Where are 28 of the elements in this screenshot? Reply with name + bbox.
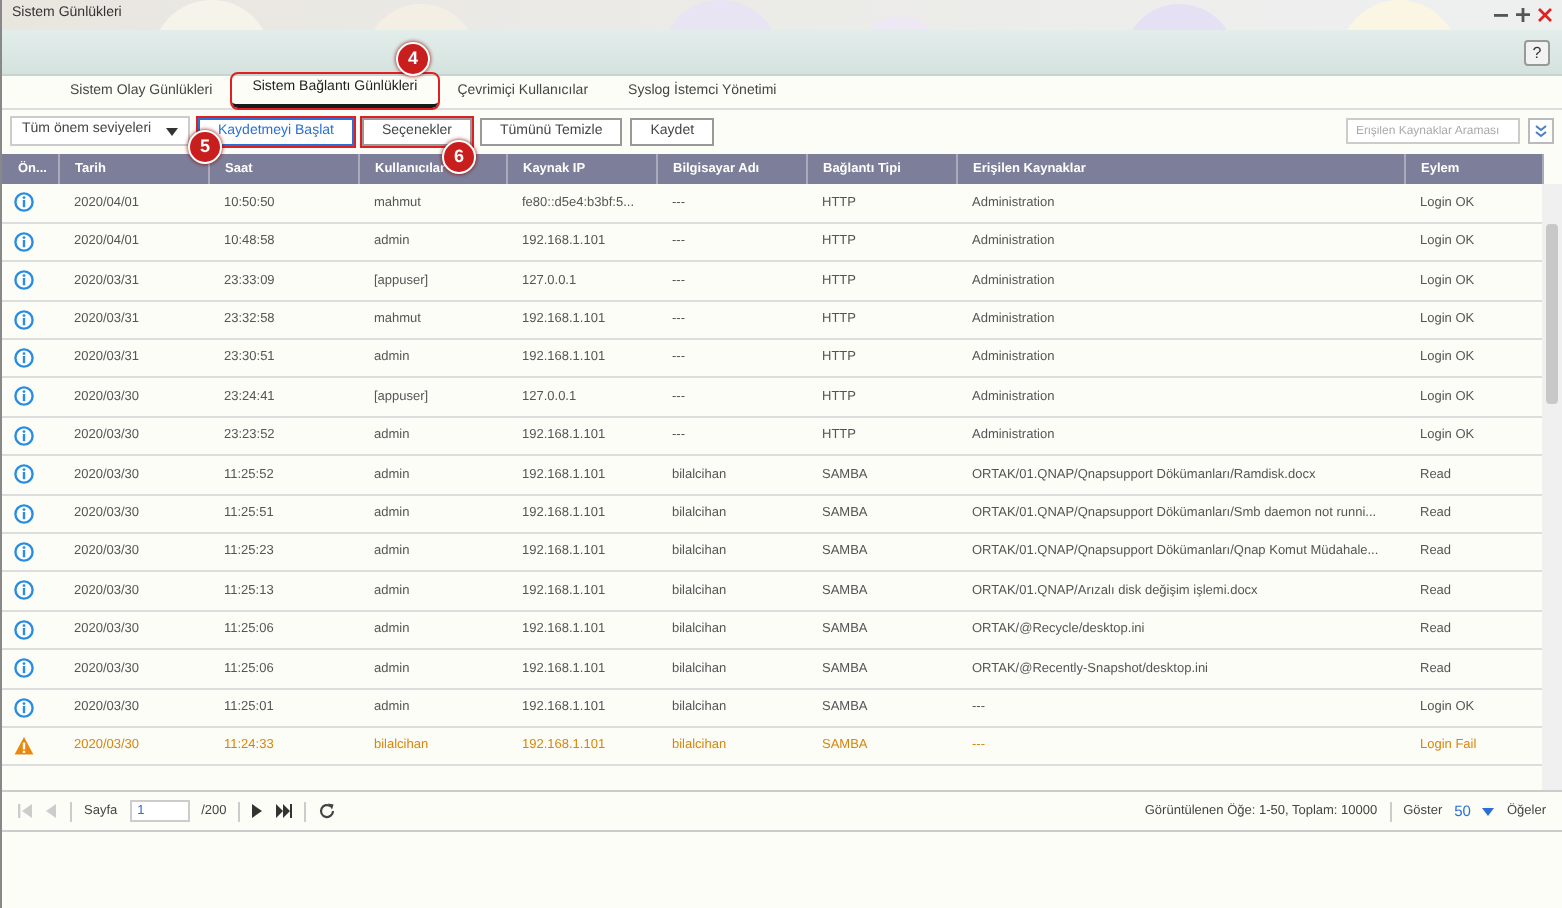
info-icon bbox=[14, 580, 34, 601]
next-page-icon[interactable] bbox=[252, 804, 265, 818]
info-icon bbox=[14, 697, 34, 718]
info-icon bbox=[14, 192, 34, 213]
caret-icon bbox=[166, 127, 178, 135]
info-icon bbox=[14, 464, 34, 485]
info-icon bbox=[14, 348, 34, 369]
info-icon bbox=[14, 231, 34, 252]
double-chevron-icon bbox=[1534, 124, 1548, 138]
scrollbar-thumb[interactable] bbox=[1546, 224, 1558, 404]
maximize-icon[interactable] bbox=[1516, 8, 1530, 22]
last-page-icon[interactable] bbox=[276, 804, 293, 818]
info-icon bbox=[14, 386, 34, 407]
caret-icon[interactable] bbox=[1482, 807, 1495, 815]
help-button[interactable]: ? bbox=[1524, 39, 1550, 65]
refresh-icon[interactable] bbox=[318, 802, 337, 820]
info-icon bbox=[14, 619, 34, 640]
info-icon bbox=[14, 503, 34, 524]
info-icon bbox=[14, 541, 34, 562]
close-icon[interactable] bbox=[1538, 8, 1552, 22]
scrollbar[interactable] bbox=[1542, 184, 1562, 790]
expand-button[interactable] bbox=[1528, 118, 1554, 144]
info-icon bbox=[14, 425, 34, 446]
warning-icon bbox=[14, 735, 34, 756]
info-icon bbox=[14, 270, 34, 291]
info-icon bbox=[14, 309, 34, 330]
info-icon bbox=[14, 658, 34, 679]
minimize-icon[interactable] bbox=[1494, 8, 1508, 22]
